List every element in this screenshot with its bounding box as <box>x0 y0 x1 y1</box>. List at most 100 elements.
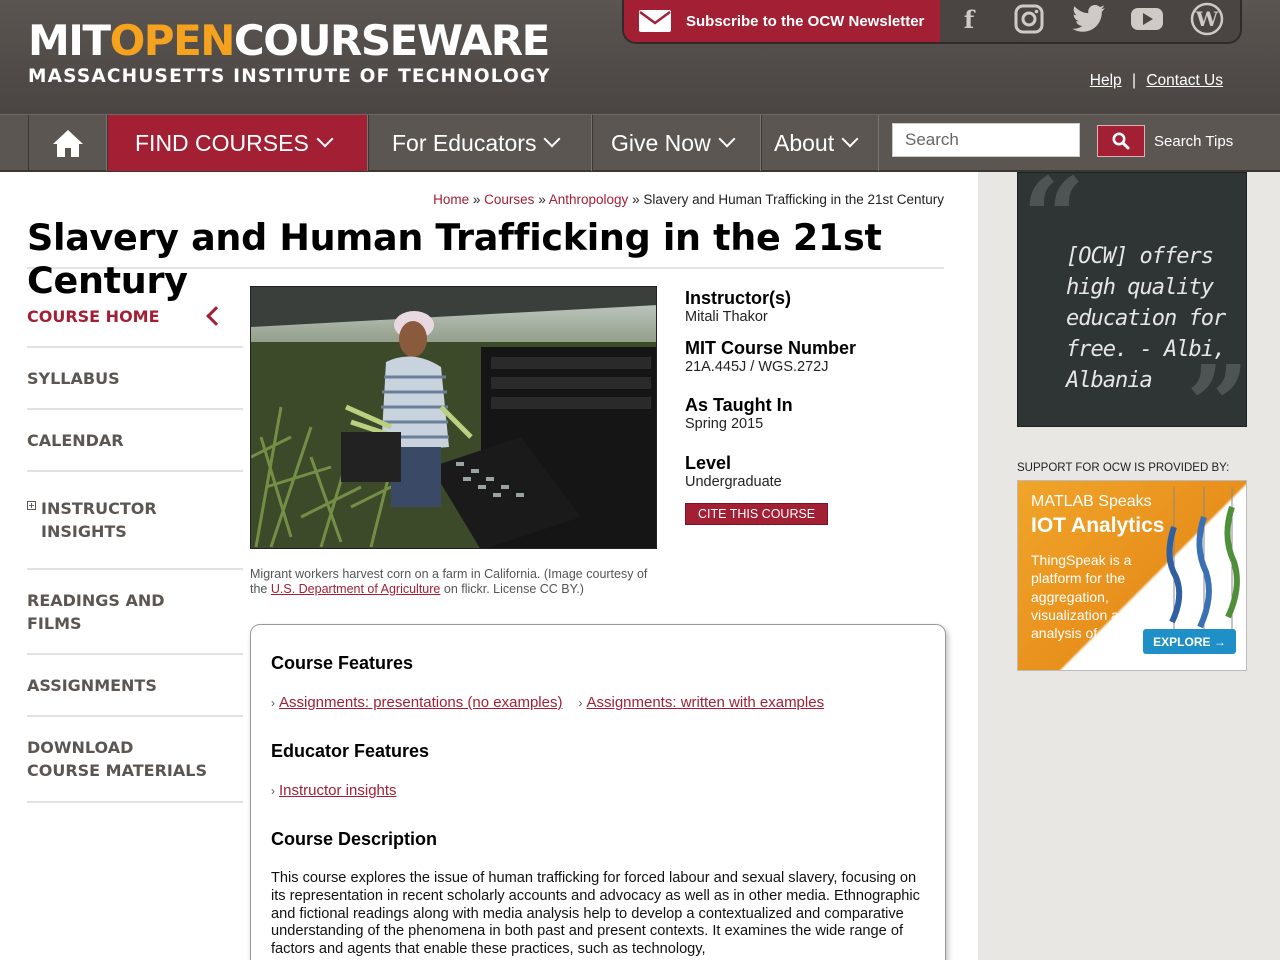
sidenav-instructor-insights[interactable]: + INSTRUCTOR INSIGHTS <box>27 472 243 570</box>
logo-subtitle: MASSACHUSETTS INSTITUTE OF TECHNOLOGY <box>28 66 551 87</box>
sidenav-label: INSTRUCTOR INSIGHTS <box>41 499 157 541</box>
contact-us-link[interactable]: Contact Us <box>1146 72 1223 89</box>
home-button[interactable] <box>28 115 107 171</box>
main-nav: FIND COURSES For Educators Give Now Abou… <box>0 114 1280 172</box>
ad-body: ThingSpeak is a platform for the aggrega… <box>1031 552 1135 642</box>
about-label: About <box>774 129 835 156</box>
ocw-logo[interactable]: MITOPENCOURSEWARE <box>28 16 550 65</box>
envelope-icon <box>639 10 671 32</box>
newsletter-label: Subscribe to the OCW Newsletter <box>686 12 925 30</box>
instructor-label: Instructor(s) <box>685 288 792 308</box>
logo-open: OPEN <box>109 16 236 65</box>
for-educators-menu[interactable]: For Educators <box>368 115 592 171</box>
find-courses-menu[interactable]: FIND COURSES <box>107 115 368 171</box>
expand-icon[interactable]: + <box>27 501 36 510</box>
search-icon <box>1112 132 1130 150</box>
as-taught-label: As Taught In <box>685 395 793 415</box>
breadcrumb-sep: » <box>632 192 640 207</box>
course-number: 21A.445J / WGS.272J <box>685 359 829 375</box>
search-tips-link[interactable]: Search Tips <box>1154 133 1233 150</box>
cite-course-button[interactable]: CITE THIS COURSE <box>685 503 829 525</box>
give-now-menu[interactable]: Give Now <box>592 115 761 171</box>
wordpress-icon[interactable]: W <box>1188 2 1226 36</box>
educator-features-heading: Educator Features <box>271 741 430 761</box>
youtube-icon[interactable] <box>1128 2 1166 36</box>
course-description: This course explores the issue of human … <box>271 870 920 958</box>
educator-features-list: › Instructor insights <box>271 782 925 799</box>
logo-courseware: COURSEWARE <box>233 16 550 65</box>
sidenav-label: COURSE HOME <box>27 306 160 326</box>
list-item: › Assignments: presentations (no examples… <box>271 694 562 711</box>
breadcrumb-anthropology[interactable]: Anthropology <box>549 192 629 207</box>
caption-text-end: on flickr. License CC BY.) <box>440 582 584 596</box>
chevron-down-icon <box>316 130 334 148</box>
chevron-right-icon: › <box>271 695 275 710</box>
as-taught-value: Spring 2015 <box>685 416 764 432</box>
instagram-icon[interactable] <box>1010 2 1048 36</box>
level-value: Undergraduate <box>685 474 782 490</box>
sidenav-course-home[interactable]: COURSE HOME <box>27 286 243 348</box>
sponsor-ad[interactable]: MATLAB Speaks IOT Analytics ThingSpeak i… <box>1017 480 1247 671</box>
sidenav-label: READINGS AND FILMS <box>27 590 165 633</box>
list-item: › Instructor insights <box>271 782 397 799</box>
svg-text:W: W <box>1195 7 1219 31</box>
course-features-panel: Course Features › Assignments: presentati… <box>250 624 946 960</box>
help-link[interactable]: Help <box>1090 72 1122 89</box>
sidenav-calendar[interactable]: CALENDAR <box>27 410 243 472</box>
course-image <box>250 286 657 549</box>
home-icon <box>52 130 83 157</box>
instructor-name: Mitali Thakor <box>685 309 768 325</box>
feature-link-instructor-insights[interactable]: Instructor insights <box>279 782 397 799</box>
sidenav-label: ASSIGNMENTS <box>27 675 157 695</box>
breadcrumb-sep: » <box>538 192 546 207</box>
breadcrumb-current: Slavery and Human Trafficking in the 21s… <box>643 192 944 207</box>
explore-button[interactable]: EXPLORE → <box>1143 629 1236 654</box>
sidenav-download-course-materials[interactable]: DOWNLOAD COURSE MATERIALS <box>27 717 243 803</box>
testimonial-quote: “ [OCW] offers high quality education fo… <box>1017 172 1247 427</box>
chevron-right-icon: › <box>271 783 275 798</box>
image-caption: Migrant workers harvest corn on a farm i… <box>250 567 650 597</box>
top-utility-bar: Subscribe to the OCW Newsletter f W <box>622 0 1242 44</box>
chevron-down-icon <box>543 130 561 148</box>
breadcrumb-courses[interactable]: Courses <box>484 192 534 207</box>
newsletter-button[interactable]: Subscribe to the OCW Newsletter <box>624 0 940 42</box>
breadcrumb-sep: » <box>472 192 481 207</box>
course-description-heading: Course Description <box>271 829 438 849</box>
sidenav-assignments[interactable]: ASSIGNMENTS <box>27 655 243 717</box>
chevron-down-icon <box>841 130 859 148</box>
for-educators-label: For Educators <box>392 129 537 156</box>
find-courses-label: FIND COURSES <box>135 129 309 156</box>
chevron-left-icon <box>206 306 226 326</box>
sidenav-label: SYLLABUS <box>27 368 120 388</box>
about-menu[interactable]: About <box>761 115 879 171</box>
ad-line2: IOT Analytics <box>1031 514 1165 537</box>
support-label: SUPPORT FOR OCW IS PROVIDED BY: <box>1017 462 1230 474</box>
facebook-icon[interactable]: f <box>950 2 988 36</box>
help-links: Help | Contact Us <box>1090 72 1223 90</box>
page-title: Slavery and Human Trafficking in the 21s… <box>27 216 944 302</box>
sidenav-label: CALENDAR <box>27 430 124 450</box>
breadcrumb-home[interactable]: Home <box>433 192 469 207</box>
sidenav-syllabus[interactable]: SYLLABUS <box>27 348 243 410</box>
feature-link-presentations[interactable]: Assignments: presentations (no examples) <box>279 694 562 711</box>
chevron-right-icon: › <box>578 695 583 710</box>
sidenav-readings-films[interactable]: READINGS AND FILMS <box>27 570 243 655</box>
list-item: › Assignments: written with examples <box>578 694 824 711</box>
twitter-icon[interactable] <box>1070 2 1108 36</box>
search-button[interactable] <box>1097 125 1145 157</box>
close-quote-icon: ” <box>1186 341 1247 427</box>
ad-line1: MATLAB Speaks <box>1031 493 1152 510</box>
breadcrumb: Home » Courses » Anthropology » Slavery … <box>250 192 944 207</box>
site-header: MITOPENCOURSEWARE MASSACHUSETTS INSTITUT… <box>0 0 1280 114</box>
course-features-heading: Course Features <box>271 653 414 673</box>
link-separator: | <box>1131 72 1137 89</box>
search-input[interactable] <box>892 123 1080 157</box>
caption-source-link[interactable]: U.S. Department of Agriculture <box>271 582 441 596</box>
chevron-down-icon <box>718 130 736 148</box>
give-now-label: Give Now <box>611 129 711 156</box>
ad-graphic <box>1166 487 1240 637</box>
course-number-label: MIT Course Number <box>685 338 857 358</box>
level-label: Level <box>685 453 732 473</box>
feature-link-written[interactable]: Assignments: written with examples <box>586 694 824 711</box>
course-features-list: › Assignments: presentations (no examples… <box>271 694 925 711</box>
